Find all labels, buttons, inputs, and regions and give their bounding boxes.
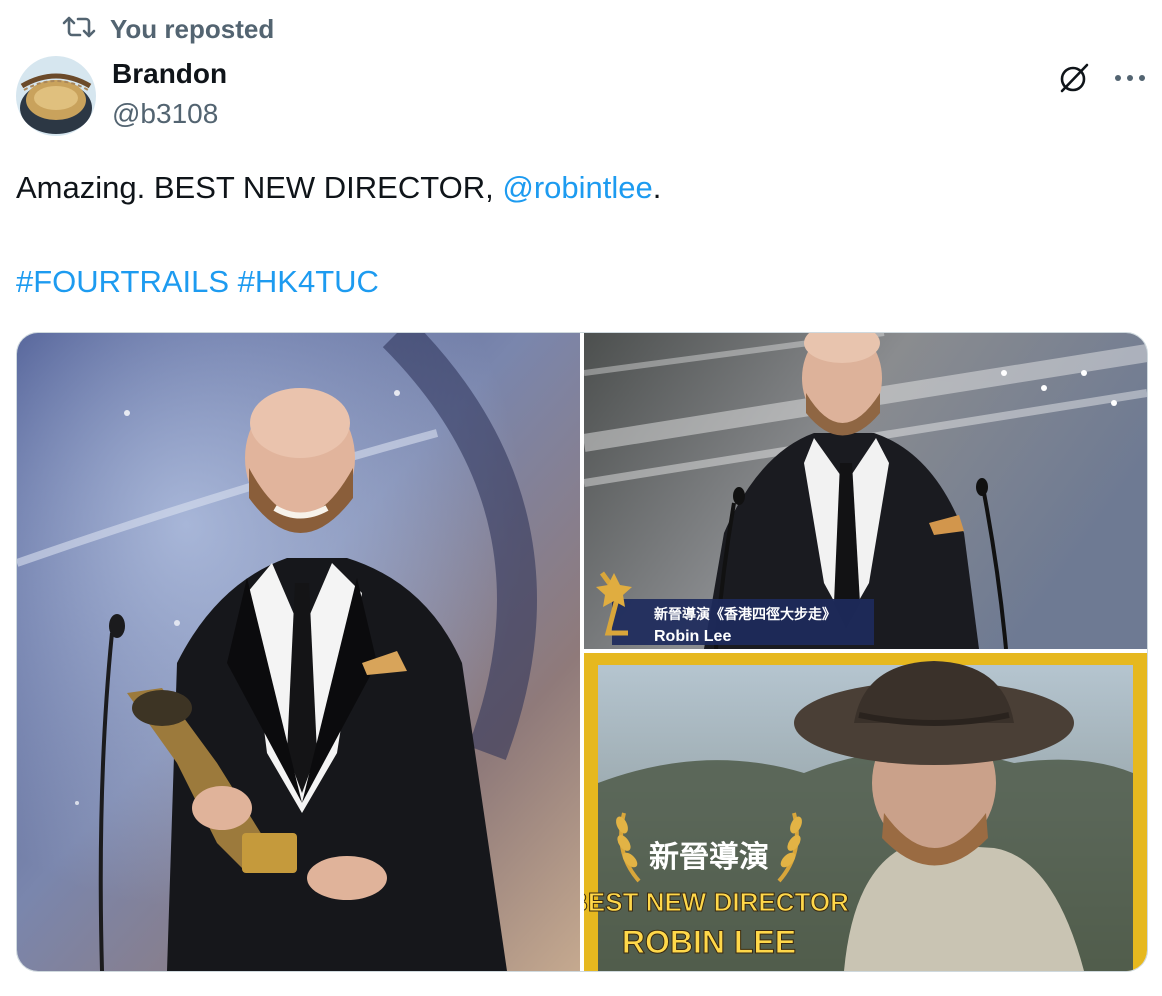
tweet-text-prefix: Amazing. BEST NEW DIRECTOR, xyxy=(16,170,503,205)
media-image-1[interactable] xyxy=(17,333,580,971)
hashtags: #FOURTRAILS #HK4TUC xyxy=(16,262,379,302)
mention-link[interactable]: @robintlee xyxy=(502,170,652,205)
tweet-text: Amazing. BEST NEW DIRECTOR, @robintlee. xyxy=(16,168,661,208)
repost-icon xyxy=(62,14,96,45)
repost-label: You reposted xyxy=(110,14,275,44)
media-image-3[interactable]: 新晉導演 BEST NEW DIRECTOR ROBIN LEE xyxy=(584,653,1147,971)
image3-award-cn: 新晉導演 xyxy=(649,840,769,875)
hashtag-link[interactable]: #FOURTRAILS xyxy=(16,264,229,299)
tweet-text-suffix: . xyxy=(652,170,662,205)
image2-caption-name: Robin Lee xyxy=(654,628,731,645)
image3-name: ROBIN LEE xyxy=(622,924,796,960)
hashtag-link[interactable]: #HK4TUC xyxy=(238,264,379,299)
author-name[interactable]: Brandon xyxy=(112,58,227,90)
media-grid: 新晉導演《香港四徑大步走》 Robin Lee 新晉導演 BEST NEW DI… xyxy=(16,332,1148,972)
more-icon[interactable] xyxy=(1110,60,1150,96)
image3-award-en: BEST NEW DIRECTOR xyxy=(584,887,849,917)
avatar[interactable] xyxy=(16,56,96,136)
image2-caption-cn: 新晉導演《香港四徑大步走》 xyxy=(654,606,836,623)
repost-indicator[interactable]: You reposted xyxy=(62,14,274,45)
author-handle[interactable]: @b3108 xyxy=(112,98,218,130)
grok-icon[interactable] xyxy=(1056,60,1092,96)
media-image-2[interactable]: 新晉導演《香港四徑大步走》 Robin Lee xyxy=(584,333,1147,649)
